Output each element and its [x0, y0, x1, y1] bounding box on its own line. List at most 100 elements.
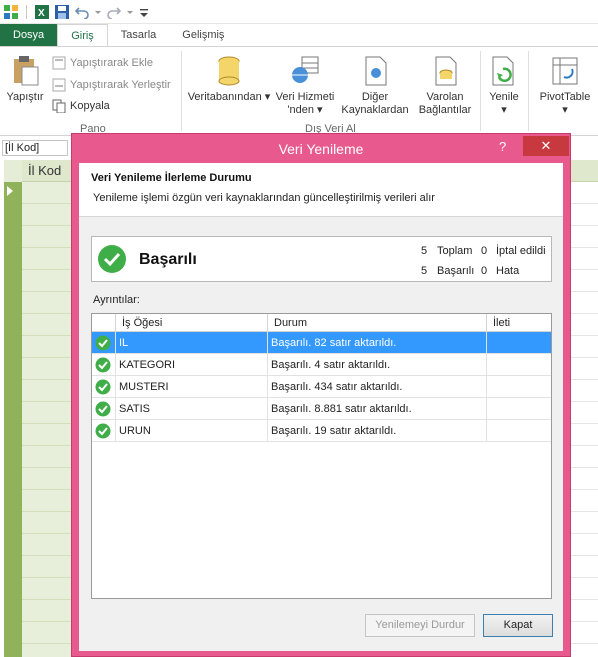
excel-icon[interactable]: X: [35, 4, 49, 19]
tab-home[interactable]: Giriş: [57, 24, 108, 46]
svg-text:X: X: [38, 8, 45, 19]
ribbon-tabs: Dosya Giriş Tasarla Gelişmiş: [0, 24, 598, 46]
name-box[interactable]: [İl Kod]: [2, 140, 68, 156]
powerpivot-icon[interactable]: [4, 4, 18, 19]
customize-toolbar-icon[interactable]: [139, 5, 149, 19]
total-count: 5: [421, 245, 428, 257]
redo-dropdown-icon[interactable]: [127, 5, 133, 19]
undo-dropdown-icon[interactable]: [95, 5, 101, 19]
other-sources-label-2: Kaynaklardan: [341, 104, 409, 116]
progress-title: Veri Yenileme İlerleme Durumu: [91, 172, 252, 184]
status-label: Başarılı: [139, 251, 197, 268]
tab-file[interactable]: Dosya: [0, 24, 58, 46]
ribbon-divider: [528, 51, 529, 131]
quick-access-toolbar: X: [0, 0, 598, 24]
cancelled-label: İptal edildi: [496, 245, 546, 257]
copy-label: Kopyala: [70, 100, 110, 112]
refresh-label: Yenile: [489, 91, 519, 103]
table-row[interactable]: KATEGORI Başarılı. 4 satır aktarıldı.: [92, 354, 551, 376]
close-button[interactable]: ✕: [523, 136, 569, 156]
table-header-icon-column: [92, 314, 116, 332]
column-header-label: İl Kod: [28, 163, 62, 178]
close-dialog-button[interactable]: Kapat: [483, 614, 553, 637]
success-check-icon: [95, 379, 111, 395]
ribbon-divider: [480, 51, 481, 131]
row-message: [487, 420, 551, 442]
column-message[interactable]: İleti: [487, 314, 551, 332]
help-button[interactable]: ?: [499, 139, 506, 154]
toolbar-divider: [26, 4, 27, 19]
from-data-service-label-1: Veri Hizmeti: [275, 91, 335, 103]
table-row[interactable]: SATIS Başarılı. 8.881 satır aktarıldı.: [92, 398, 551, 420]
paste-append-label: Yapıştırarak Ekle: [70, 57, 153, 69]
close-icon: ✕: [540, 138, 552, 153]
column-cells[interactable]: [22, 182, 74, 657]
success-check-icon: [95, 335, 111, 351]
success-label: Başarılı: [437, 265, 475, 277]
ribbon-divider: [181, 51, 182, 131]
from-data-service-button[interactable]: Veri Hizmeti 'nden ▾: [272, 55, 338, 117]
existing-connections-button[interactable]: Varolan Bağlantılar: [412, 55, 478, 117]
paste-replace-label: Yapıştırarak Yerleştir: [70, 79, 171, 91]
success-count: 5: [421, 265, 428, 277]
table-row[interactable]: IL Başarılı. 82 satır aktarıldı.: [92, 332, 551, 354]
error-count: 0: [481, 265, 488, 277]
paste-replace-icon: [52, 78, 66, 92]
pivottable-label: PivotTable: [539, 91, 591, 103]
dialog-body: Veri Yenileme İlerleme Durumu Yenileme i…: [79, 163, 563, 651]
details-table[interactable]: İş Öğesi Durum İleti IL Başarılı. 82 sat…: [91, 313, 552, 599]
chevron-down-icon: ▾: [562, 104, 568, 116]
copy-icon: [52, 99, 66, 113]
error-label: Hata: [496, 265, 520, 277]
dialog-titlebar: Veri Yenileme ? ✕: [72, 134, 570, 163]
redo-icon[interactable]: [107, 5, 122, 20]
progress-header: Veri Yenileme İlerleme Durumu Yenileme i…: [79, 163, 563, 217]
row-item: URUN: [116, 420, 268, 442]
row-status-cell: [92, 354, 116, 376]
dialog-title: Veri Yenileme: [278, 141, 364, 157]
paste-button[interactable]: Yapıştır: [4, 55, 46, 104]
paste-append-button[interactable]: Yapıştırarak Ekle: [52, 56, 153, 70]
table-row[interactable]: URUN Başarılı. 19 satır aktarıldı.: [92, 420, 551, 442]
row-message: [487, 376, 551, 398]
column-work-item[interactable]: İş Öğesi: [116, 314, 268, 332]
refresh-icon: [489, 55, 519, 87]
row-status: Başarılı. 82 satır aktarıldı.: [268, 332, 487, 354]
save-icon[interactable]: [55, 4, 69, 19]
row-status-cell: [92, 332, 116, 354]
row-header-strip: [4, 160, 22, 657]
refresh-button[interactable]: Yenile ▾: [484, 55, 524, 117]
row-status: Başarılı. 8.881 satır aktarıldı.: [268, 398, 487, 420]
data-service-icon: [290, 55, 320, 87]
row-message: [487, 354, 551, 376]
from-data-service-label-2: 'nden: [287, 104, 314, 116]
table-row[interactable]: MUSTERI Başarılı. 434 satır aktarıldı.: [92, 376, 551, 398]
table-header: İş Öğesi Durum İleti: [92, 314, 551, 332]
column-status[interactable]: Durum: [268, 314, 487, 332]
paste-replace-button[interactable]: Yapıştırarak Yerleştir: [52, 78, 171, 92]
select-all-corner[interactable]: [4, 160, 22, 182]
tab-advanced[interactable]: Gelişmiş: [169, 24, 237, 46]
row-status-cell: [92, 398, 116, 420]
stop-refresh-button[interactable]: Yenilemeyi Durdur: [365, 614, 475, 637]
pivottable-icon: [550, 55, 580, 87]
row-item: SATIS: [116, 398, 268, 420]
paste-append-icon: [52, 56, 66, 70]
clipboard-icon: [10, 55, 40, 87]
other-sources-label-1: Diğer: [361, 91, 389, 103]
ribbon: Yapıştır Yapıştırarak Ekle Yapıştırarak …: [0, 46, 598, 136]
existing-connections-icon: [430, 55, 460, 87]
from-database-label: Veritabanından: [187, 91, 262, 103]
current-row-arrow-icon: [7, 186, 13, 196]
progress-description: Yenileme işlemi özgün veri kaynaklarında…: [93, 192, 435, 204]
details-label: Ayrıntılar:: [93, 294, 140, 306]
row-item: IL: [116, 332, 268, 354]
from-database-button[interactable]: Veritabanından ▾: [186, 55, 272, 104]
undo-icon[interactable]: [74, 5, 89, 20]
from-other-sources-button[interactable]: Diğer Kaynaklardan: [338, 55, 412, 117]
tab-design[interactable]: Tasarla: [108, 24, 169, 46]
pivottable-button[interactable]: PivotTable ▾: [534, 55, 596, 117]
data-refresh-dialog: Veri Yenileme ? ✕ Veri Yenileme İlerleme…: [71, 133, 571, 657]
row-status: Başarılı. 434 satır aktarıldı.: [268, 376, 487, 398]
copy-button[interactable]: Kopyala: [52, 99, 110, 113]
